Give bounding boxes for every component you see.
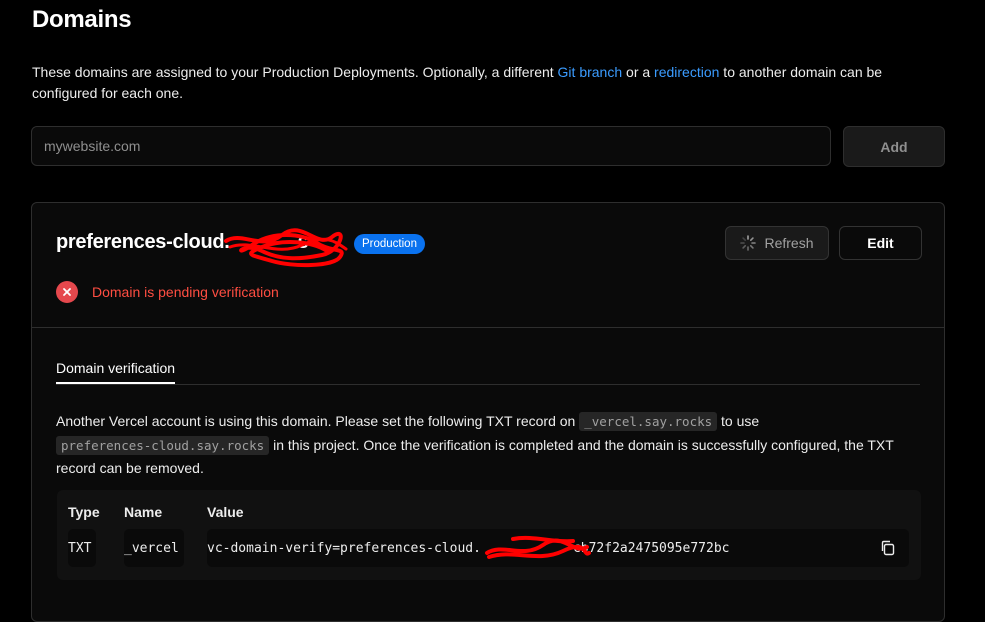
spinner-icon: [740, 235, 757, 251]
column-header-value: Value: [207, 504, 244, 520]
production-badge: Production: [354, 234, 425, 254]
copy-icon[interactable]: [879, 539, 897, 557]
verification-status: Domain is pending verification: [56, 281, 279, 303]
dns-record-table: Type Name Value TXT _vercel vc-domain-ve…: [57, 490, 921, 580]
redirection-link[interactable]: redirection: [654, 64, 719, 80]
redaction-scribble: [224, 228, 348, 268]
error-x-icon: [56, 281, 78, 303]
record-value-cell[interactable]: vc-domain-verify=preferences-cloud. cb72f…: [207, 529, 909, 567]
column-header-type: Type: [68, 504, 100, 520]
tab-underline: [56, 384, 920, 385]
edit-button[interactable]: Edit: [839, 226, 922, 260]
column-header-name: Name: [124, 504, 163, 520]
page-title: Domains: [32, 6, 132, 33]
tab-domain-verification[interactable]: Domain verification: [56, 360, 176, 384]
redaction-scribble: [485, 535, 591, 559]
intro-text: These domains are assigned to your Produ…: [32, 64, 558, 80]
divider: [32, 327, 944, 328]
record-type-cell[interactable]: TXT: [68, 529, 96, 567]
status-text: Domain is pending verification: [92, 284, 279, 300]
verification-instructions: Another Vercel account is using this dom…: [56, 412, 894, 476]
page-description: These domains are assigned to your Produ…: [32, 62, 947, 104]
git-branch-link[interactable]: Git branch: [558, 64, 623, 80]
intro-text: or a: [622, 64, 655, 80]
record-host-code: _vercel.say.rocks: [579, 412, 718, 431]
refresh-label: Refresh: [764, 235, 814, 251]
refresh-button[interactable]: Refresh: [725, 226, 829, 260]
domain-input[interactable]: [31, 126, 831, 166]
domain-card: preferences-cloud. s Production Refresh E…: [31, 202, 945, 622]
add-domain-button[interactable]: Add: [843, 126, 945, 167]
domain-code: preferences-cloud.say.rocks: [56, 435, 270, 455]
record-name-cell[interactable]: _vercel: [124, 529, 184, 567]
